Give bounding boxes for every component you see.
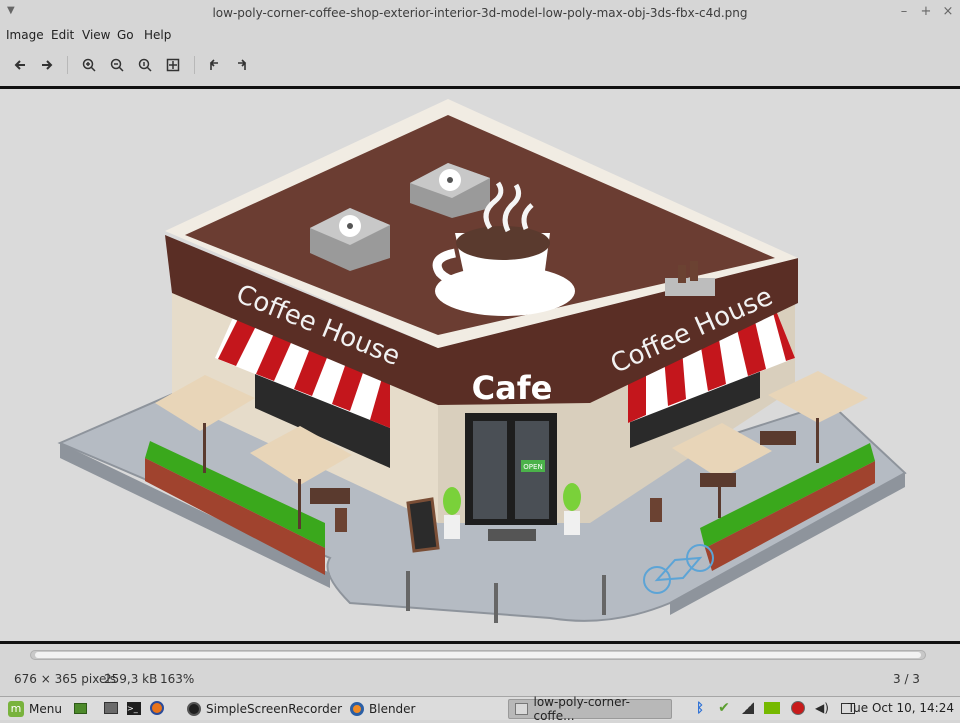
task-simplescreenrecorder[interactable]: SimpleScreenRecorder: [181, 699, 348, 719]
menu-image[interactable]: Image: [6, 28, 44, 42]
rotate-left-icon[interactable]: [204, 55, 224, 75]
table-1: [310, 488, 350, 504]
toolbar-separator: [194, 56, 195, 74]
start-menu-button[interactable]: m Menu: [2, 699, 68, 719]
close-icon[interactable]: ×: [940, 4, 956, 20]
status-bar: 676 × 365 pixels 259,3 kB 163% 3 / 3: [0, 668, 960, 690]
show-desktop-icon[interactable]: [72, 700, 88, 716]
task-image-viewer[interactable]: low-poly-corner-coffe...: [508, 695, 672, 723]
open-sign-text: OPEN: [523, 463, 542, 471]
image-viewer-window: ▼ low-poly-corner-coffee-shop-exterior-i…: [0, 0, 960, 696]
files-icon[interactable]: [103, 700, 119, 716]
task-blender[interactable]: Blender: [344, 699, 422, 719]
minimize-icon[interactable]: –: [896, 4, 912, 20]
maximize-icon[interactable]: +: [918, 4, 934, 20]
door-glass-left: [473, 421, 507, 519]
zoom-normal-icon[interactable]: [135, 55, 155, 75]
table-3: [760, 431, 796, 445]
menu-help[interactable]: Help: [144, 28, 171, 42]
chair-1: [335, 508, 347, 532]
firefox-icon[interactable]: [149, 700, 165, 716]
toolbar-separator: [67, 56, 68, 74]
task-label: low-poly-corner-coffe...: [533, 695, 630, 723]
menu-view[interactable]: View: [82, 28, 110, 42]
chair-2: [650, 498, 662, 522]
nvidia-icon[interactable]: [764, 700, 780, 716]
volume-icon[interactable]: ◀): [814, 700, 830, 716]
image-dimensions: 676 × 365 pixels: [14, 672, 116, 686]
image-position: 3 / 3: [893, 672, 920, 686]
zoom-level: 163%: [160, 672, 195, 686]
door-mat: [488, 529, 536, 541]
coffee-shop-image: OPEN Coffee House Cafe Coffee House: [57, 99, 907, 623]
bollard: [494, 583, 498, 623]
blender-icon: [350, 702, 364, 716]
menu-bar: Image Edit View Go Help: [0, 26, 960, 46]
zoom-out-icon[interactable]: [107, 55, 127, 75]
menu-board: [406, 497, 440, 553]
menu-edit[interactable]: Edit: [51, 28, 74, 42]
toolbar: [0, 50, 960, 80]
bollard: [602, 575, 606, 615]
title-bar[interactable]: ▼ low-poly-corner-coffee-shop-exterior-i…: [0, 0, 960, 26]
bollard: [406, 571, 410, 611]
mint-logo-icon: m: [8, 701, 24, 717]
screen-recorder-icon: [187, 702, 201, 716]
terminal-icon[interactable]: >_: [126, 700, 142, 716]
record-icon[interactable]: [790, 700, 806, 716]
back-icon[interactable]: [10, 55, 30, 75]
sign-center-text: Cafe: [472, 369, 553, 407]
task-label: Blender: [369, 702, 416, 716]
rotate-right-icon[interactable]: [232, 55, 252, 75]
file-size: 259,3 kB: [104, 672, 158, 686]
clock[interactable]: Tue Oct 10, 14:24: [848, 701, 954, 715]
forward-icon[interactable]: [37, 55, 57, 75]
table-2: [700, 473, 736, 487]
image-canvas[interactable]: OPEN Coffee House Cafe Coffee House: [0, 86, 960, 644]
zoom-in-icon[interactable]: [79, 55, 99, 75]
start-menu-label: Menu: [29, 702, 62, 716]
update-shield-icon[interactable]: ✔: [716, 700, 732, 716]
menu-go[interactable]: Go: [117, 28, 134, 42]
scrollbar-thumb[interactable]: [35, 652, 921, 658]
horizontal-scrollbar[interactable]: [30, 650, 926, 660]
bluetooth-icon[interactable]: ᛒ: [692, 700, 708, 716]
taskbar: m Menu >_ SimpleScreenRecorder Blender l…: [0, 695, 960, 723]
zoom-fit-icon[interactable]: [163, 55, 183, 75]
network-icon[interactable]: [740, 700, 756, 716]
image-viewer-icon: [515, 703, 529, 715]
task-label: SimpleScreenRecorder: [206, 702, 343, 716]
window-title: low-poly-corner-coffee-shop-exterior-int…: [212, 6, 748, 20]
